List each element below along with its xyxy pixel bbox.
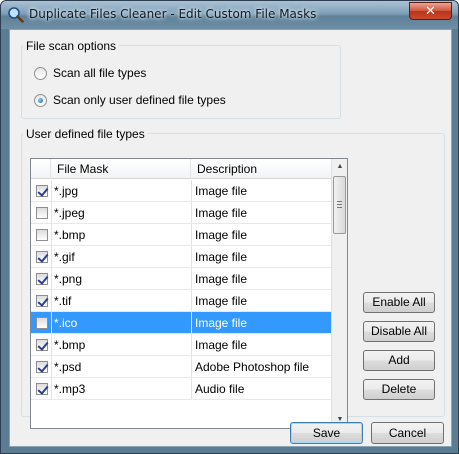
title-bar[interactable]: Duplicate Files Cleaner - Edit Custom Fi… (1, 1, 458, 29)
file-mask-cell: *.tif (54, 294, 72, 308)
close-button[interactable]: ✕ (409, 2, 452, 20)
table-row[interactable]: *.gif Image file (31, 246, 333, 268)
description-cell: Adobe Photoshop file (195, 360, 310, 374)
column-divider (51, 378, 52, 399)
row-checkbox[interactable] (36, 251, 48, 263)
column-divider (51, 202, 52, 223)
column-divider (51, 312, 52, 333)
table-row[interactable]: *.jpeg Image file (31, 202, 333, 224)
row-checkbox[interactable] (36, 295, 48, 307)
column-divider (51, 224, 52, 245)
disable-all-button[interactable]: Disable All (363, 321, 435, 342)
row-checkbox[interactable] (36, 317, 48, 329)
file-types-label: User defined file types (23, 127, 148, 141)
column-divider (51, 290, 52, 311)
column-divider (191, 356, 192, 377)
header-file-mask[interactable]: File Mask (51, 159, 191, 179)
scroll-up-arrow-icon[interactable]: ▲ (332, 159, 347, 175)
file-mask-cell: *.bmp (54, 338, 86, 352)
header-check-column[interactable] (31, 159, 51, 179)
column-divider (191, 334, 192, 355)
column-divider (51, 268, 52, 289)
table-row[interactable]: *.ico Image file (31, 312, 333, 334)
column-divider (51, 334, 52, 355)
file-mask-cell: *.ico (54, 316, 78, 330)
scan-options-group (21, 45, 341, 119)
radio-button[interactable] (34, 66, 47, 80)
file-mask-cell: *.psd (54, 360, 82, 374)
row-checkbox[interactable] (36, 229, 48, 241)
description-cell: Image file (195, 250, 248, 264)
column-divider (191, 378, 192, 399)
table-row[interactable]: *.bmp Image file (31, 224, 333, 246)
file-mask-cell: *.jpeg (54, 206, 85, 220)
window-title: Duplicate Files Cleaner - Edit Custom Fi… (29, 7, 317, 21)
delete-button[interactable]: Delete (363, 379, 435, 400)
row-checkbox[interactable] (36, 185, 48, 197)
magnifier-icon (8, 7, 24, 23)
scan-options-label: File scan options (23, 39, 120, 53)
column-divider (191, 290, 192, 311)
table-row[interactable]: *.tif Image file (31, 290, 333, 312)
save-button[interactable]: Save (290, 422, 363, 444)
row-checkbox[interactable] (36, 207, 48, 219)
file-mask-cell: *.png (54, 272, 83, 286)
column-divider (51, 246, 52, 267)
column-divider (191, 202, 192, 223)
scroll-thumb[interactable] (333, 176, 346, 234)
table-row[interactable]: *.jpg Image file (31, 180, 333, 202)
description-cell: Image file (195, 228, 248, 242)
file-mask-cell: *.mp3 (54, 382, 86, 396)
cancel-button[interactable]: Cancel (371, 422, 444, 444)
table-row[interactable]: *.png Image file (31, 268, 333, 290)
file-mask-list[interactable]: File Mask Description *.jpg Image file *.j… (30, 158, 348, 429)
table-row[interactable]: *.bmp Image file (31, 334, 333, 356)
row-checkbox[interactable] (36, 361, 48, 373)
column-divider (191, 268, 192, 289)
header-description[interactable]: Description (191, 159, 333, 179)
column-divider (191, 312, 192, 333)
radio-button[interactable] (34, 93, 47, 107)
table-row[interactable]: *.psd Adobe Photoshop file (31, 356, 333, 378)
dialog-window: Duplicate Files Cleaner - Edit Custom Fi… (0, 0, 459, 454)
radio-scan-all[interactable]: Scan all file types (34, 66, 146, 80)
row-checkbox[interactable] (36, 383, 48, 395)
column-divider (51, 356, 52, 377)
description-cell: Audio file (195, 382, 245, 396)
list-header: File Mask Description (31, 159, 333, 179)
radio-scan-all-label: Scan all file types (53, 66, 147, 80)
enable-all-button[interactable]: Enable All (363, 292, 435, 313)
add-button[interactable]: Add (363, 350, 435, 371)
description-cell: Image file (195, 184, 248, 198)
description-cell: Image file (195, 294, 248, 308)
description-cell: Image file (195, 272, 248, 286)
column-divider (191, 246, 192, 267)
dialog-body: File scan options Scan all file types Sc… (9, 29, 452, 447)
close-icon: ✕ (425, 3, 436, 18)
vertical-scrollbar[interactable]: ▲ ▼ (331, 159, 347, 428)
column-divider (51, 180, 52, 201)
column-divider (191, 180, 192, 201)
column-divider (191, 224, 192, 245)
radio-scan-user-label: Scan only user defined file types (53, 93, 226, 107)
row-checkbox[interactable] (36, 339, 48, 351)
description-cell: Image file (195, 206, 248, 220)
file-mask-cell: *.gif (54, 250, 75, 264)
file-mask-cell: *.bmp (54, 228, 86, 242)
row-checkbox[interactable] (36, 273, 48, 285)
description-cell: Image file (195, 338, 248, 352)
table-row[interactable]: *.mp3 Audio file (31, 378, 333, 400)
radio-scan-user-defined[interactable]: Scan only user defined file types (34, 93, 226, 107)
description-cell: Image file (195, 316, 248, 330)
file-mask-cell: *.jpg (54, 184, 79, 198)
